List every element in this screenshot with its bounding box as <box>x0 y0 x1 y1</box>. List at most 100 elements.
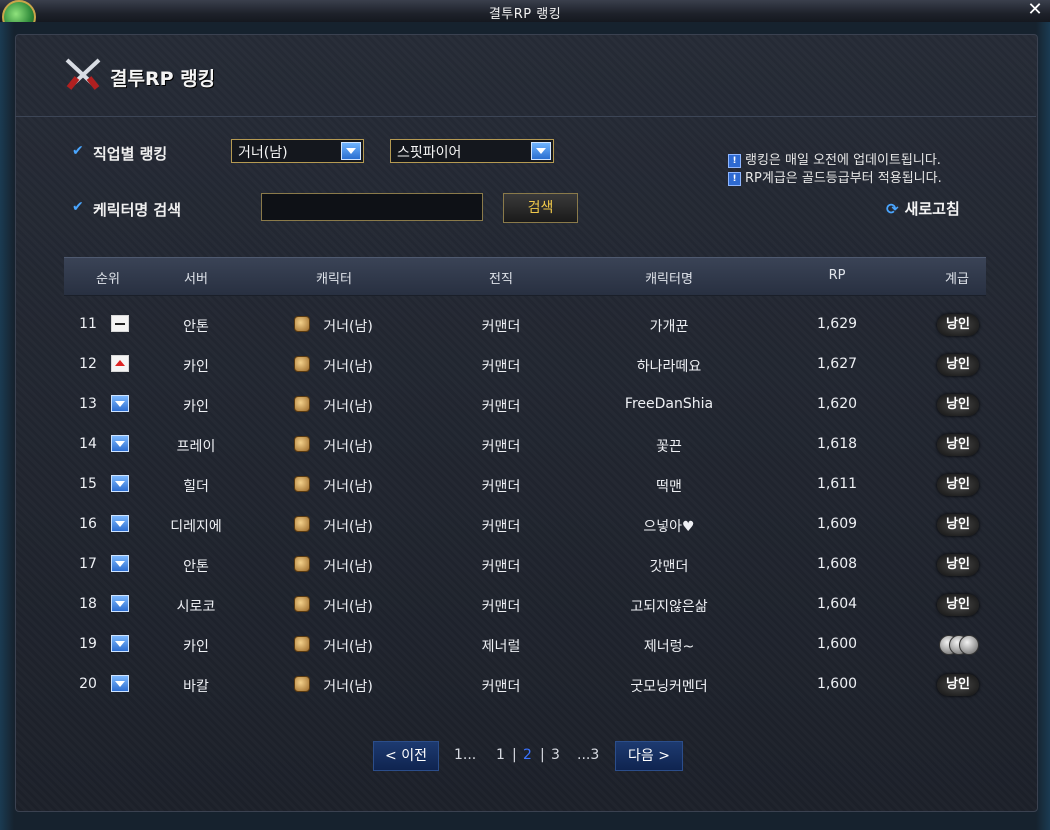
server-name: 카인 <box>183 639 209 655</box>
character-class: 거너(남) <box>323 559 373 575</box>
server-name: 안톤 <box>183 319 209 335</box>
rp-value: 1,627 <box>816 356 858 372</box>
character-name[interactable]: 하나라떼요 <box>637 356 701 376</box>
subclass-select[interactable]: 스핏파이어 <box>390 139 554 163</box>
advancement: 커맨더 <box>481 399 521 415</box>
character-search-label: 케릭터명 검색 <box>93 201 182 219</box>
table-row[interactable]: 20 바칼 거너(남) 커맨더 굿모닝커멘더 1,600 낭인 <box>0 665 1050 705</box>
character-class: 거너(남) <box>323 679 373 695</box>
character-class: 거너(남) <box>323 519 373 535</box>
tier-badge: 낭인 <box>937 594 979 616</box>
chevron-down-icon[interactable] <box>341 142 361 160</box>
server-name: 카인 <box>183 399 209 415</box>
advancement: 제너럴 <box>481 639 521 655</box>
advancement: 커맨더 <box>481 439 521 455</box>
server-name: 안톤 <box>183 559 209 575</box>
tier-coin-icon <box>937 634 979 656</box>
rp-value: 1,620 <box>816 396 858 412</box>
job-select-value: 거너(남) <box>238 145 288 161</box>
rank-change-down-icon <box>111 555 129 572</box>
close-icon[interactable]: ✕ <box>1026 0 1044 20</box>
rank-number: 13 <box>79 396 97 412</box>
character-class-icon <box>294 476 310 492</box>
character-name[interactable]: FreeDanShia <box>625 396 713 412</box>
server-name: 카인 <box>183 359 209 375</box>
advancement: 커맨더 <box>481 559 521 575</box>
rank-number: 11 <box>79 316 97 332</box>
page-link-3[interactable]: 3 <box>551 747 560 763</box>
character-class-icon <box>294 516 310 532</box>
notice-rp: ! RP계급은 골드등급부터 적용됩니다. <box>728 167 942 186</box>
next-page-button[interactable]: 다음 > <box>615 741 683 771</box>
rank-change-same-icon <box>111 315 129 332</box>
table-row[interactable]: 18 시로코 거너(남) 커맨더 고되지않은삶 1,604 낭인 <box>0 585 1050 625</box>
subclass-select-value: 스핏파이어 <box>397 145 462 161</box>
page-title: 결투RP 랭킹 <box>110 68 216 90</box>
refresh-button[interactable]: ⟳ 새로고침 <box>886 198 960 219</box>
character-class-icon <box>294 316 310 332</box>
rank-change-up-icon <box>111 355 129 372</box>
server-name: 바칼 <box>183 679 209 695</box>
rank-change-down-icon <box>111 595 129 612</box>
table-row[interactable]: 17 안톤 거너(남) 커맨더 갓맨더 1,608 낭인 <box>0 545 1050 585</box>
character-name[interactable]: 꽃끈 <box>656 436 682 456</box>
character-name[interactable]: 제너렁~ <box>644 636 694 656</box>
character-class: 거너(남) <box>323 439 373 455</box>
tier-badge: 낭인 <box>937 474 979 496</box>
table-row[interactable]: 19 카인 거너(남) 제너럴 제너렁~ 1,600 <box>0 625 1050 665</box>
character-class-icon <box>294 676 310 692</box>
rp-value: 1,604 <box>816 596 858 612</box>
table-row[interactable]: 12 카인 거너(남) 커맨더 하나라떼요 1,627 낭인 <box>0 345 1050 385</box>
server-name: 프레이 <box>176 439 216 455</box>
rank-number: 18 <box>79 596 97 612</box>
character-name[interactable]: 고되지않은삶 <box>630 596 707 616</box>
page-link-2[interactable]: 2 <box>523 747 532 763</box>
panel-header: 결투RP 랭킹 <box>15 34 1036 117</box>
tier-badge: 낭인 <box>937 554 979 576</box>
col-character: 캐릭터 <box>316 272 352 287</box>
advancement: 커맨더 <box>481 519 521 535</box>
rp-value: 1,600 <box>816 676 858 692</box>
search-button[interactable]: 검색 <box>503 193 578 223</box>
prev-page-button[interactable]: < 이전 <box>373 741 439 771</box>
character-name[interactable]: 갓맨더 <box>650 556 689 576</box>
last-page-link[interactable]: ...3 <box>577 747 599 763</box>
server-name: 시로코 <box>176 599 216 615</box>
refresh-icon: ⟳ <box>886 200 899 218</box>
character-name[interactable]: 떡맨 <box>656 476 682 496</box>
character-class-icon <box>294 596 310 612</box>
table-row[interactable]: 11 안톤 거너(남) 커맨더 가개꾼 1,629 낭인 <box>0 305 1050 345</box>
first-page-link[interactable]: 1... <box>454 747 476 763</box>
character-name[interactable]: 으넣아♥ <box>643 516 694 536</box>
table-row[interactable]: 16 디레지에 거너(남) 커맨더 으넣아♥ 1,609 낭인 <box>0 505 1050 545</box>
col-character-name: 캐릭터명 <box>645 272 693 287</box>
col-rank: 순위 <box>96 272 120 287</box>
character-class-icon <box>294 556 310 572</box>
job-ranking-label: 직업별 랭킹 <box>93 145 168 163</box>
table-row[interactable]: 15 힐더 거너(남) 커맨더 떡맨 1,611 낭인 <box>0 465 1050 505</box>
character-search-input[interactable] <box>261 193 483 221</box>
col-tier: 계급 <box>945 272 969 287</box>
advancement: 커맨더 <box>481 359 521 375</box>
page-separator: | <box>540 747 545 763</box>
advancement: 커맨더 <box>481 679 521 695</box>
page-link-1[interactable]: 1 <box>496 747 505 763</box>
refresh-label: 새로고침 <box>904 200 960 218</box>
character-name[interactable]: 굿모닝커멘더 <box>630 676 707 696</box>
advancement: 커맨더 <box>481 599 521 615</box>
character-name[interactable]: 가개꾼 <box>650 316 689 336</box>
table-row[interactable]: 13 카인 거너(남) 커맨더 FreeDanShia 1,620 낭인 <box>0 385 1050 425</box>
chevron-down-icon[interactable] <box>531 142 551 160</box>
server-name: 디레지에 <box>170 519 222 535</box>
rank-change-down-icon <box>111 395 129 412</box>
character-class-icon <box>294 396 310 412</box>
job-select[interactable]: 거너(남) <box>231 139 364 163</box>
window-titlebar: 결투RP 랭킹 ✕ <box>0 0 1050 34</box>
rank-change-down-icon <box>111 635 129 652</box>
rank-number: 20 <box>79 676 97 692</box>
tier-badge: 낭인 <box>937 674 979 696</box>
table-row[interactable]: 14 프레이 거너(남) 커맨더 꽃끈 1,618 낭인 <box>0 425 1050 465</box>
rp-value: 1,600 <box>816 636 858 652</box>
rp-value: 1,609 <box>816 516 858 532</box>
tier-badge: 낭인 <box>937 394 979 416</box>
